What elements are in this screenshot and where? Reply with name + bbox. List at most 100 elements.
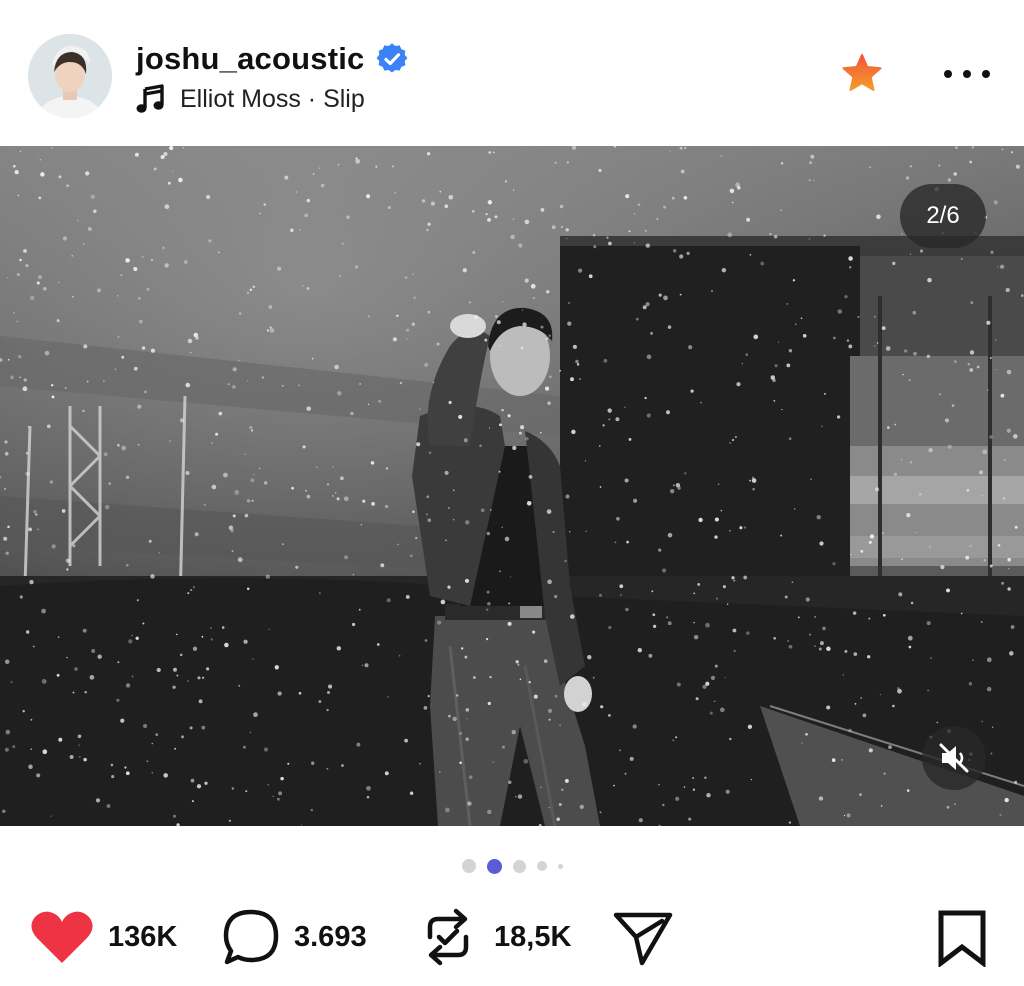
rain-drop — [652, 613, 656, 617]
pagination-dot[interactable] — [461, 859, 476, 873]
mute-button[interactable] — [922, 726, 986, 790]
rain-drop — [472, 676, 476, 679]
comment-button[interactable]: 3.693 — [222, 905, 367, 969]
rain-drop — [151, 742, 154, 745]
bookmark-icon[interactable] — [936, 909, 988, 967]
rain-drop — [287, 762, 290, 765]
rain-drop — [82, 242, 85, 245]
pagination-dot[interactable] — [536, 861, 547, 871]
rain-drop — [632, 724, 637, 729]
rain-drop — [892, 261, 896, 266]
rain-drop — [204, 781, 208, 785]
rain-drop — [71, 255, 73, 257]
rain-drop — [628, 437, 632, 441]
rain-drop — [719, 707, 725, 713]
rain-drop — [192, 586, 196, 589]
rain-drop — [602, 424, 605, 427]
rain-drop — [633, 242, 636, 244]
rain-drop — [406, 338, 408, 340]
rain-drop — [387, 205, 391, 210]
rain-drop — [173, 667, 177, 672]
rain-drop — [508, 780, 512, 784]
repost-button[interactable]: 18,5K — [422, 905, 571, 969]
rain-drop — [499, 570, 501, 573]
rain-drop — [405, 594, 410, 599]
rain-drop — [245, 790, 248, 793]
pagination-dot-active[interactable] — [486, 858, 502, 874]
rain-drop — [1007, 567, 1010, 570]
rain-drop — [501, 408, 504, 412]
rain-drop — [706, 792, 711, 798]
rain-drop — [695, 697, 699, 701]
rain-drop — [986, 686, 992, 692]
share-button[interactable] — [612, 905, 674, 969]
rain-drop — [269, 326, 272, 329]
rain-drop — [4, 440, 8, 444]
rain-drop — [116, 698, 120, 702]
rain-drop — [17, 194, 20, 197]
star-icon[interactable] — [840, 52, 884, 96]
rain-drop — [336, 646, 342, 651]
rain-drop — [375, 165, 378, 168]
rain-drop — [999, 813, 1002, 816]
verified-badge-icon — [377, 43, 408, 73]
rain-drop — [263, 203, 266, 206]
rain-drop — [986, 320, 991, 325]
rain-drop — [551, 225, 556, 230]
rain-drop — [927, 277, 932, 283]
rain-drop — [306, 406, 311, 411]
rain-drop — [656, 218, 659, 220]
rain-drop — [1014, 525, 1018, 529]
rain-drop — [249, 425, 253, 430]
rain-drop — [997, 265, 999, 268]
rain-drop — [72, 295, 74, 298]
rain-drop — [133, 266, 138, 272]
rain-drop — [36, 281, 40, 285]
rain-drop — [22, 386, 28, 392]
rain-drop — [692, 788, 696, 791]
rain-drop — [25, 452, 29, 455]
rain-drop — [897, 688, 902, 694]
username[interactable]: joshu_acoustic — [136, 41, 364, 77]
more-options-icon[interactable] — [944, 62, 990, 86]
rain-drop — [539, 431, 542, 434]
rain-drop — [540, 207, 545, 212]
rain-drop — [512, 218, 515, 221]
pagination-dot[interactable] — [512, 859, 526, 873]
rain-drop — [669, 150, 671, 152]
rain-drop — [489, 675, 492, 679]
rain-drop — [231, 550, 234, 552]
rain-drop — [1020, 294, 1024, 297]
rain-drop — [238, 684, 241, 687]
rain-drop — [848, 344, 853, 349]
rain-drop — [51, 544, 56, 549]
rain-drop — [570, 377, 574, 382]
avatar[interactable] — [28, 34, 112, 118]
rain-drop — [968, 682, 973, 686]
rain-drop — [252, 285, 255, 288]
rain-drop — [106, 804, 111, 808]
music-row[interactable]: Elliot Moss · Slip — [136, 82, 365, 116]
like-button[interactable]: 136K — [30, 905, 177, 969]
rain-drop — [978, 470, 984, 475]
rain-drop — [930, 657, 932, 660]
rain-drop — [1007, 557, 1012, 562]
rain-drop — [7, 358, 10, 361]
pagination-dot[interactable] — [557, 863, 563, 869]
rain-drop — [360, 523, 363, 526]
rain-drop — [244, 513, 249, 518]
rain-drop — [814, 616, 816, 618]
rain-drop — [841, 759, 843, 761]
rain-drop — [246, 499, 251, 503]
post-photo[interactable]: 2/6 — [0, 146, 1024, 826]
rain-drop — [44, 350, 50, 356]
rain-drop — [356, 742, 361, 747]
rain-drop — [989, 356, 992, 359]
rain-drop — [524, 219, 530, 225]
rain-drop — [312, 173, 315, 175]
rain-drop — [464, 655, 468, 659]
rain-drop — [844, 649, 848, 653]
rain-drop — [997, 543, 1001, 547]
rain-drop — [644, 396, 647, 400]
rain-drop — [62, 236, 67, 241]
